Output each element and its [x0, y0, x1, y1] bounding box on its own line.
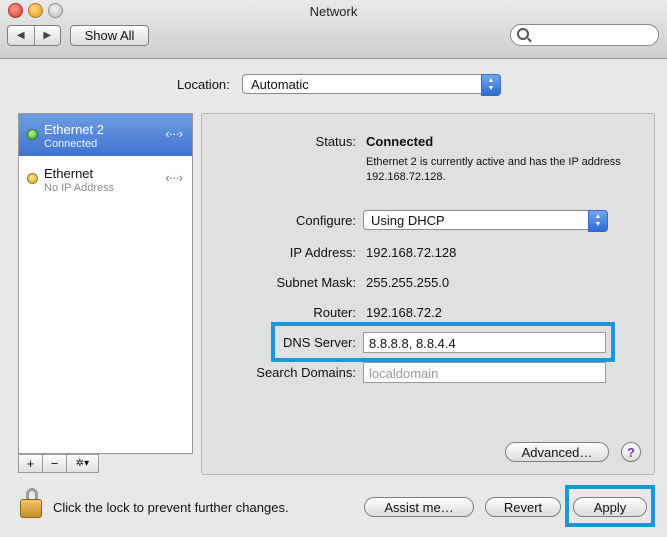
- assist-me-button[interactable]: Assist me…: [364, 497, 474, 517]
- router-label: Router:: [313, 305, 356, 320]
- status-dot-icon: [27, 173, 38, 184]
- forward-button[interactable]: ▶: [33, 26, 61, 45]
- status-description: Ethernet 2 is currently active and has t…: [366, 156, 621, 183]
- show-all-button[interactable]: Show All: [70, 25, 149, 46]
- subnet-mask-value: 255.255.255.0: [366, 275, 450, 290]
- status-label: Status:: [315, 134, 356, 149]
- service-name: Ethernet: [44, 166, 94, 181]
- status-dot-icon: [27, 129, 38, 140]
- search-domains-field[interactable]: localdomain: [363, 362, 606, 383]
- service-item-ethernet[interactable]: Ethernet No IP Address ‹···›: [19, 158, 192, 200]
- service-name: Ethernet 2: [44, 122, 104, 137]
- select-arrows-icon: ▲ ▼: [481, 74, 501, 96]
- advanced-button[interactable]: Advanced…: [505, 442, 609, 462]
- service-list: Ethernet 2 Connected ‹···› Ethernet No I…: [18, 113, 193, 454]
- window-title: Network: [309, 4, 358, 19]
- location-label: Location:: [177, 77, 230, 92]
- service-list-toolbar: + − ✲▾: [18, 454, 99, 473]
- status-value: Connected: [366, 134, 434, 149]
- back-button[interactable]: ◀: [8, 26, 34, 45]
- select-arrows-icon: ▲ ▼: [588, 210, 608, 232]
- subnet-mask-label: Subnet Mask:: [276, 275, 357, 290]
- router-value: 192.168.72.2: [366, 305, 442, 320]
- lock-icon[interactable]: [19, 488, 43, 518]
- back-forward-control: ◀ ▶: [7, 25, 61, 46]
- detail-panel: Status: Connected Ethernet 2 is currentl…: [201, 113, 655, 475]
- lock-text: Click the lock to prevent further change…: [53, 500, 289, 515]
- ethernet-icon: ‹···›: [165, 170, 183, 185]
- search-field[interactable]: [510, 24, 659, 46]
- service-status: No IP Address: [44, 182, 115, 194]
- ip-address-label: IP Address:: [289, 245, 356, 260]
- location-select[interactable]: Automatic ▲ ▼: [242, 74, 501, 96]
- add-service-button[interactable]: +: [18, 454, 43, 473]
- configure-select[interactable]: Using DHCP ▲ ▼: [363, 210, 608, 232]
- service-item-ethernet-2[interactable]: Ethernet 2 Connected ‹···›: [19, 114, 192, 156]
- configure-label: Configure:: [296, 213, 356, 228]
- remove-service-button[interactable]: −: [42, 454, 67, 473]
- search-icon: [517, 28, 529, 40]
- title-bar: Network ◀ ▶ Show All: [0, 0, 667, 59]
- search-domains-label: Search Domains:: [256, 365, 356, 380]
- dns-highlight-box: [271, 322, 615, 362]
- ip-address-value: 192.168.72.128: [366, 245, 457, 260]
- location-value: Automatic: [251, 77, 309, 92]
- help-button[interactable]: ?: [621, 442, 641, 462]
- apply-highlight-box: [565, 485, 655, 527]
- service-status: Connected: [44, 138, 98, 150]
- revert-button[interactable]: Revert: [485, 497, 561, 517]
- action-menu-button[interactable]: ✲▾: [66, 454, 99, 473]
- ethernet-icon: ‹···›: [165, 126, 183, 141]
- configure-value: Using DHCP: [371, 213, 445, 228]
